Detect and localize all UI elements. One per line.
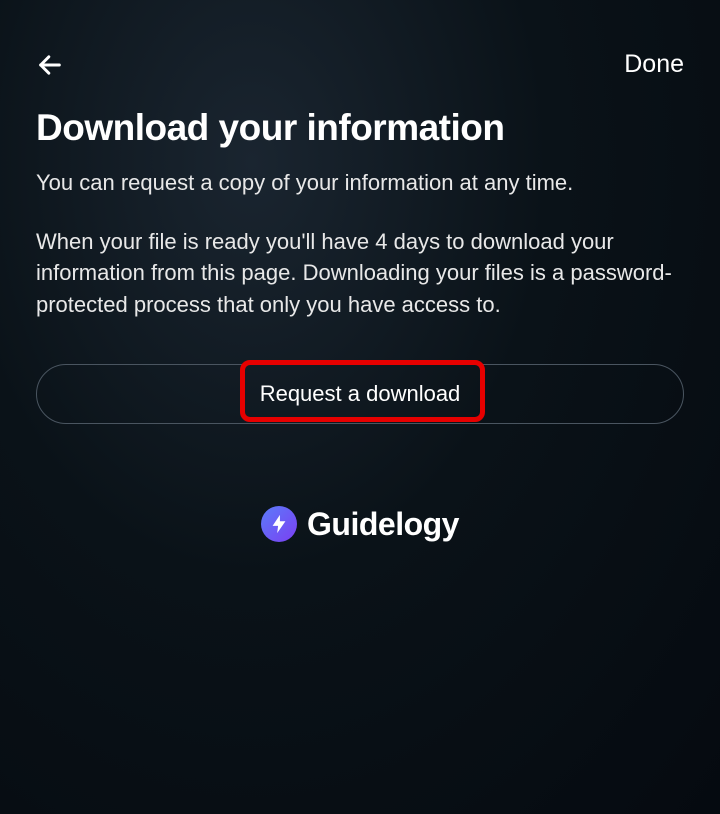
- watermark-text: Guidelogy: [307, 506, 459, 543]
- back-arrow-icon[interactable]: [36, 51, 64, 79]
- guidelogy-logo-icon: [261, 506, 297, 542]
- description-text-1: You can request a copy of your informati…: [36, 167, 684, 198]
- watermark: Guidelogy: [36, 506, 684, 543]
- page-title: Download your information: [36, 107, 684, 149]
- request-download-button[interactable]: Request a download: [36, 364, 684, 424]
- done-link[interactable]: Done: [624, 50, 684, 79]
- description-text-2: When your file is ready you'll have 4 da…: [36, 226, 684, 320]
